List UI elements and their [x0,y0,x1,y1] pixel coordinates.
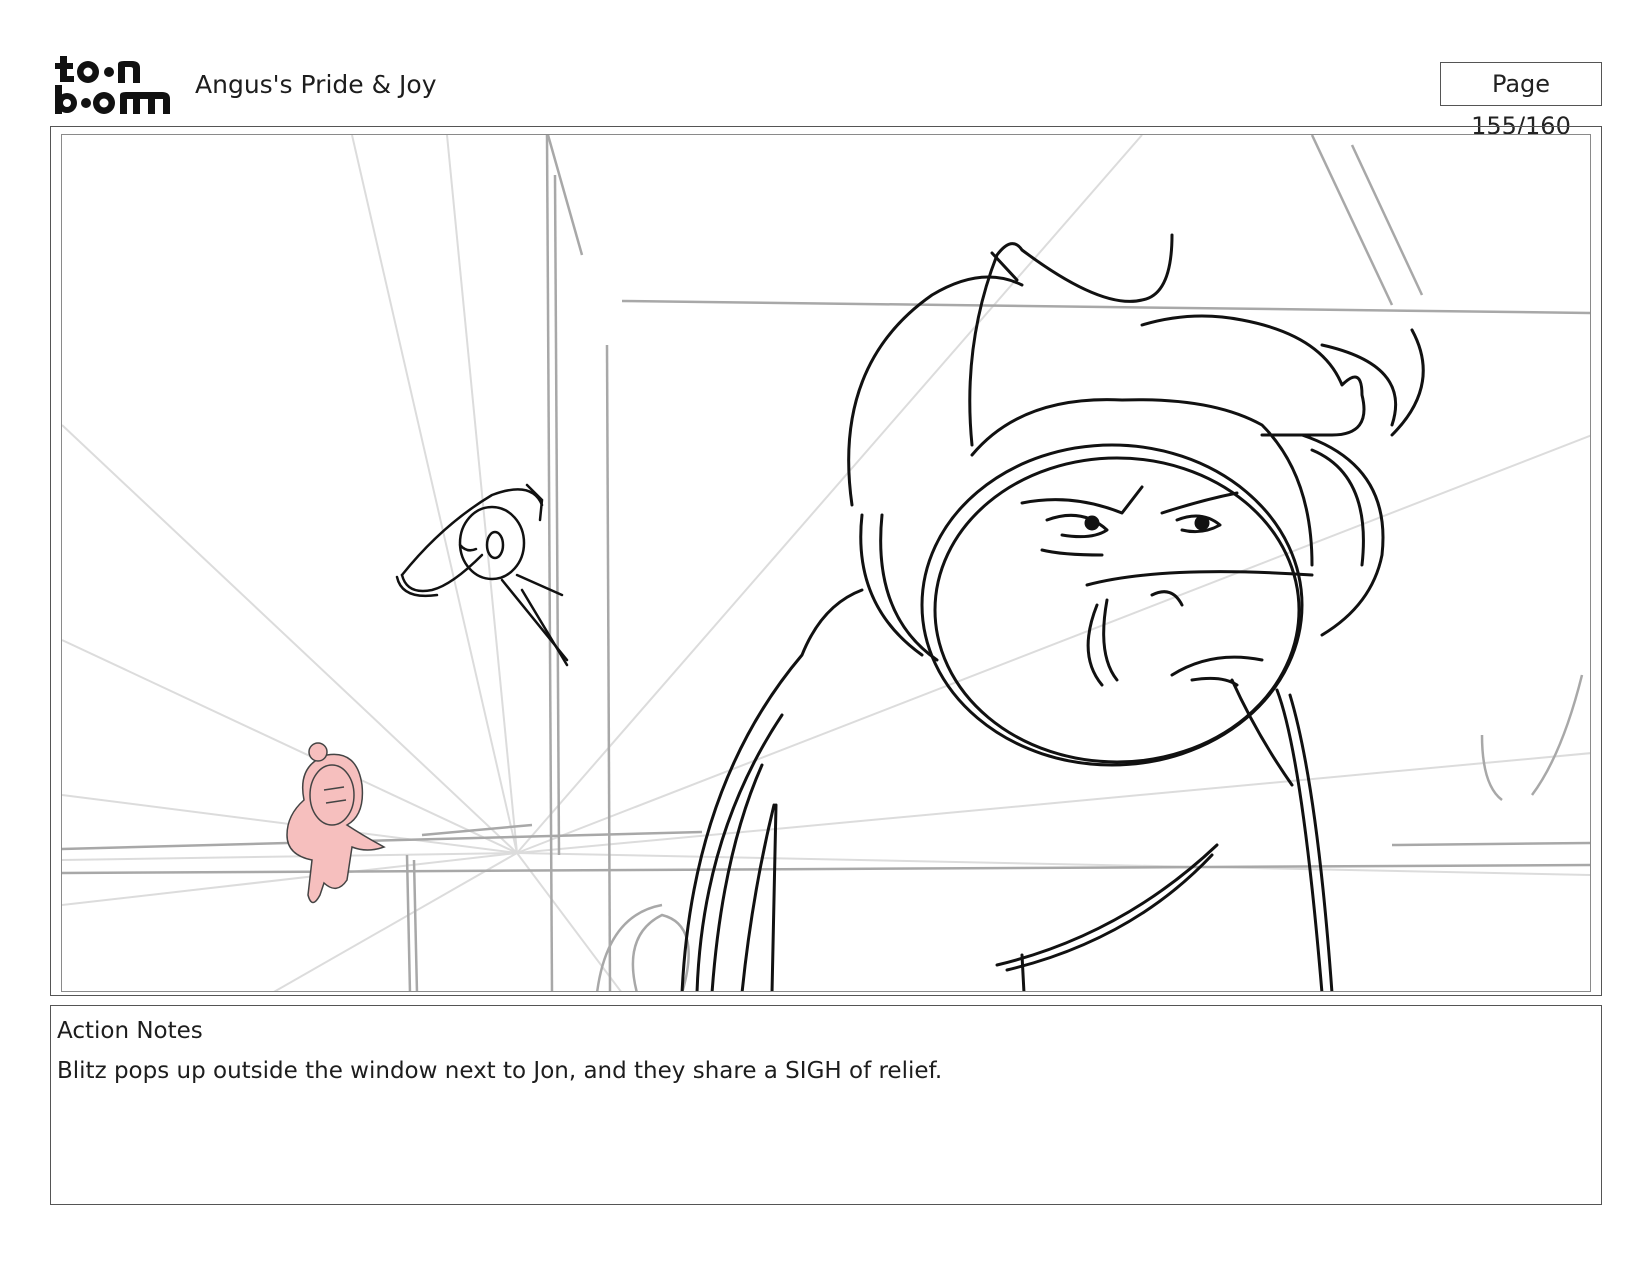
toon-boom-logo [55,56,170,114]
project-title: Angus's Pride & Joy [195,70,437,99]
panel-sketch [62,135,1590,991]
page-number: Page 155/160 [1440,62,1602,140]
action-notes-text: Blitz pops up outside the window next to… [57,1058,943,1084]
action-notes-box: Action Notes Blitz pops up outside the w… [50,1005,1602,1205]
storyboard-panel [61,134,1591,992]
angus-character-sketch [680,233,1425,991]
action-notes-label: Action Notes [57,1018,203,1044]
jon-character-sketch [395,483,569,667]
